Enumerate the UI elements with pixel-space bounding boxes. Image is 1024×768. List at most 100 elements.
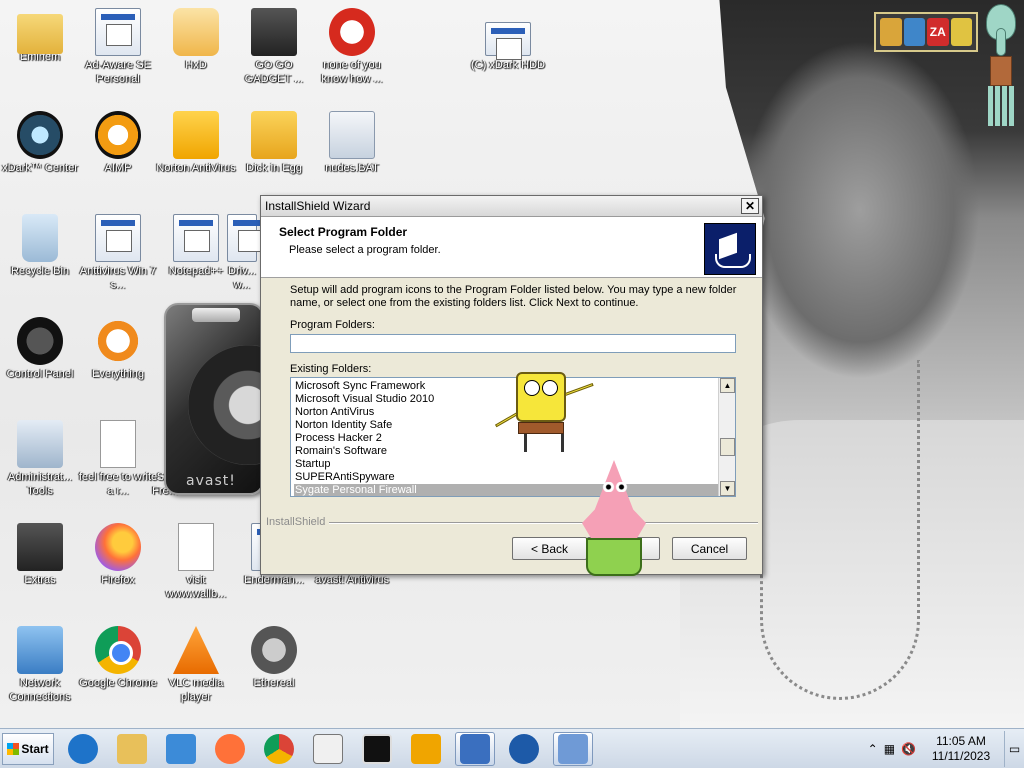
top-right-gadget[interactable]: ZA bbox=[874, 12, 978, 52]
desktop-icon-driv[interactable]: Driv... w... bbox=[222, 214, 262, 292]
scroll-up-arrow-icon[interactable]: ▲ bbox=[720, 378, 735, 393]
desktop-icon-xdark-center[interactable]: xDark™ Center bbox=[0, 111, 80, 175]
scroll-thumb[interactable] bbox=[720, 438, 735, 456]
norton-icon bbox=[173, 111, 219, 159]
zonealarm-icon[interactable]: ZA bbox=[927, 18, 949, 46]
start-button[interactable]: Start bbox=[2, 732, 54, 765]
chevron-up-icon[interactable]: ⌃ bbox=[868, 742, 878, 756]
chrome-icon bbox=[264, 733, 294, 764]
red-circle-icon bbox=[329, 8, 375, 56]
desktop-icon-go-go-gadget[interactable]: GO GO GADGET ... bbox=[234, 8, 314, 86]
desktop-icon-visit-wallb[interactable]: visit www.wallb... bbox=[156, 523, 236, 601]
desktop-icon-network[interactable]: Network Connections bbox=[0, 626, 80, 704]
text-file-icon bbox=[178, 523, 214, 571]
taskbar-superantispyware[interactable] bbox=[504, 732, 544, 766]
desktop-icon-eminem[interactable]: Eminem bbox=[0, 8, 80, 64]
batch-file-icon bbox=[329, 111, 375, 159]
recycle-bin-icon bbox=[22, 214, 58, 262]
windows-logo-icon bbox=[7, 742, 20, 755]
folder-icon bbox=[313, 733, 343, 764]
wallpaper-chain bbox=[760, 360, 920, 700]
notepad-icon bbox=[173, 214, 219, 262]
program-folders-label: Program Folders: bbox=[290, 319, 375, 331]
taskbar-norton[interactable] bbox=[406, 732, 446, 766]
desktop-icon-feel-free[interactable]: feel free to write a r... bbox=[78, 420, 158, 498]
user-folder-icon bbox=[17, 14, 63, 54]
desktop-icon-admin-tools[interactable]: Administrat... Tools bbox=[0, 420, 80, 498]
chrome-icon bbox=[95, 626, 141, 674]
desktop-icon-aimp[interactable]: AIMP bbox=[78, 111, 158, 175]
taskbar-internet-explorer[interactable] bbox=[63, 732, 103, 766]
header-subtitle: Please select a program folder. bbox=[289, 244, 441, 256]
program-folder-input[interactable] bbox=[290, 334, 736, 353]
system-tray: ⌃ ▦ 🔇 11:05 AM 11/11/2023 ▭ bbox=[868, 729, 1024, 768]
superantispyware-icon bbox=[509, 733, 539, 764]
desktop-icon-nudes-bat[interactable]: nudes.BAT bbox=[312, 111, 392, 175]
folder-list-item[interactable]: SUPERAntiSpyware bbox=[294, 471, 718, 484]
folder-list-item-selected[interactable]: Sygate Personal Firewall bbox=[294, 484, 718, 496]
generic-app-icon bbox=[227, 214, 262, 262]
desktop-icon-chrome[interactable]: Google Chrome bbox=[78, 626, 158, 690]
gadget-disc bbox=[188, 345, 262, 465]
desktop-icon-firefox[interactable]: Firefox bbox=[78, 523, 158, 587]
header-title: Select Program Folder bbox=[279, 225, 408, 239]
ethereal-icon bbox=[251, 626, 297, 674]
avast-gadget-brand: avast! bbox=[186, 473, 236, 489]
monitor-icon[interactable] bbox=[903, 18, 925, 46]
scroll-down-arrow-icon[interactable]: ▼ bbox=[720, 481, 735, 496]
network-icon bbox=[17, 626, 63, 674]
desktop-icon-hxd[interactable]: HxD bbox=[156, 8, 236, 72]
desktop-icon-norton[interactable]: Norton AntiVirus bbox=[156, 111, 236, 175]
xdark-icon bbox=[17, 111, 63, 159]
generic-app-icon bbox=[95, 214, 141, 262]
hxd-icon bbox=[173, 8, 219, 56]
window-app-icon bbox=[460, 733, 490, 764]
cancel-button[interactable]: Cancel bbox=[672, 537, 747, 560]
desktop-icon-none-of-you[interactable]: none of you know how ... bbox=[312, 8, 392, 86]
generic-app-icon bbox=[485, 22, 531, 60]
dialog-titlebar[interactable]: InstallShield Wizard ✕ bbox=[261, 196, 762, 217]
desktop-icon-xdark-hdd[interactable]: (C) xDark HDD bbox=[468, 22, 548, 72]
desktop-icon-ethereal[interactable]: Ethereal bbox=[234, 626, 314, 690]
volume-muted-icon[interactable]: 🔇 bbox=[901, 742, 916, 756]
7zip-icon bbox=[362, 733, 392, 764]
clock[interactable]: 11:05 AM 11/11/2023 bbox=[924, 734, 998, 764]
taskbar-installshield[interactable] bbox=[553, 731, 593, 766]
taskbar-file-explorer[interactable] bbox=[112, 732, 152, 766]
aimp-icon bbox=[95, 111, 141, 159]
installshield-icon bbox=[558, 733, 588, 764]
desktop-icon-control-panel[interactable]: Control Panel bbox=[0, 317, 80, 381]
app-icon[interactable] bbox=[950, 18, 972, 46]
close-button[interactable]: ✕ bbox=[741, 198, 759, 214]
folder-icon[interactable] bbox=[880, 18, 902, 46]
generic-app-icon bbox=[95, 8, 141, 56]
desktop-icon-everything[interactable]: Everything bbox=[78, 317, 158, 381]
search-icon bbox=[95, 317, 141, 365]
taskbar: Start ⌃ ▦ 🔇 11:05 AM 11/11/2023 ▭ bbox=[0, 728, 1024, 768]
desktop-icon-ad-aware[interactable]: Ad-Aware SE Personal bbox=[78, 8, 158, 86]
desktop-icon-recycle-bin[interactable]: Recycle Bin bbox=[0, 214, 80, 278]
taskbar-chrome[interactable] bbox=[259, 732, 299, 766]
clock-time: 11:05 AM bbox=[936, 733, 986, 748]
network-status-icon[interactable]: ▦ bbox=[884, 742, 895, 756]
folder-list-item[interactable]: Startup bbox=[294, 458, 718, 471]
dialog-title: InstallShield Wizard bbox=[265, 199, 371, 213]
desktop-icon-anttivirus[interactable]: Anttivirus Win 7 s... bbox=[78, 214, 158, 292]
taskbar-firefox[interactable] bbox=[210, 732, 250, 766]
gadget-eject-button[interactable] bbox=[192, 308, 240, 322]
file-explorer-icon bbox=[117, 733, 147, 764]
folder-icon bbox=[17, 523, 63, 571]
show-desktop-button[interactable]: ▭ bbox=[1004, 730, 1024, 767]
taskbar-window-app[interactable] bbox=[455, 731, 495, 766]
desktop-icon-extras[interactable]: Extras bbox=[0, 523, 80, 587]
avast-gadget[interactable]: avast! bbox=[164, 303, 264, 495]
folders-scrollbar[interactable]: ▲ ▼ bbox=[718, 378, 735, 496]
admin-tools-icon bbox=[17, 420, 63, 468]
desktop-icon-dick-in-egg[interactable]: Dick in Egg bbox=[234, 111, 314, 175]
taskbar-media-player[interactable] bbox=[161, 732, 201, 766]
taskbar-folder[interactable] bbox=[308, 732, 348, 766]
taskbar-7zip[interactable] bbox=[357, 732, 397, 766]
desktop-icon-vlc[interactable]: VLC media player bbox=[156, 626, 236, 704]
installshield-brand: InstallShield bbox=[266, 516, 330, 528]
firefox-icon bbox=[215, 733, 245, 764]
